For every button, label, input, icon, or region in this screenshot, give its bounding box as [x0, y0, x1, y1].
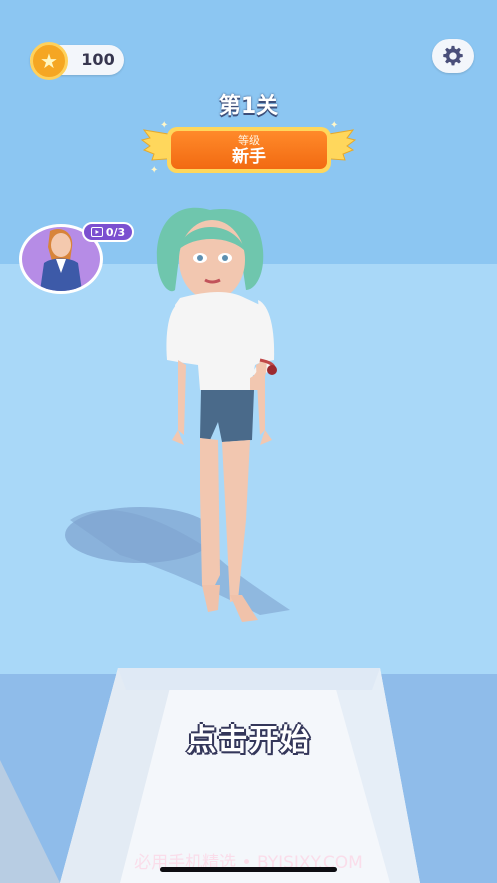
watch-ad-button[interactable]: 0/3: [82, 222, 134, 242]
sparkle-icon: ✦: [330, 120, 339, 131]
gear-icon: [443, 45, 463, 66]
star-coin-icon: ★: [30, 42, 68, 80]
player-character: [65, 207, 290, 622]
coin-count: 100: [81, 50, 115, 69]
level-title: 第1关: [218, 94, 279, 119]
rank-label: 等级: [238, 133, 260, 147]
sparkle-icon: ✦: [160, 120, 169, 131]
settings-button[interactable]: [432, 39, 474, 73]
rank-value: 新手: [232, 146, 266, 167]
rank-badge: 等级 新手: [167, 127, 331, 173]
sparkle-icon: ✦: [150, 165, 159, 176]
home-indicator[interactable]: [160, 867, 337, 872]
tap-to-start-button[interactable]: 点击开始: [0, 715, 497, 759]
video-icon: [90, 227, 103, 237]
ad-progress: 0/3: [105, 225, 126, 239]
